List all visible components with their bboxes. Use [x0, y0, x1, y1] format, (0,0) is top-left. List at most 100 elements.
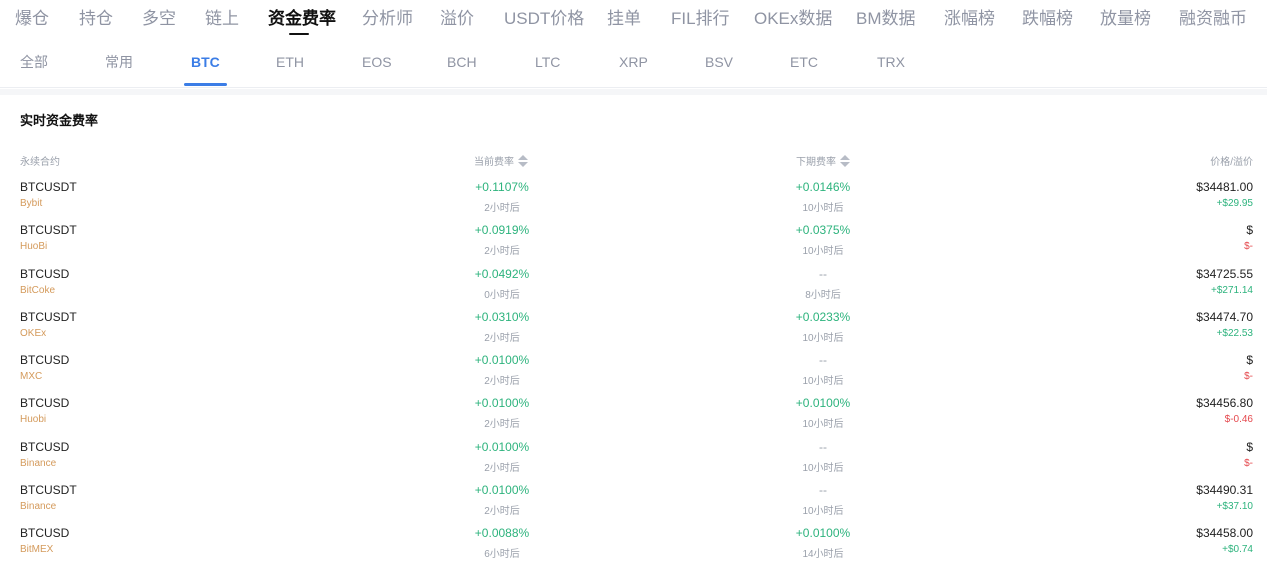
coin-tab-btc[interactable]: BTC [191, 53, 220, 71]
next-rate: -- [819, 439, 827, 454]
header-price-premium: 价格/溢价 [1210, 153, 1253, 168]
next-settle-time: 10小时后 [802, 246, 844, 258]
current-rate: +0.0919% [474, 223, 530, 238]
top-tab-fil-rank[interactable]: FIL排行 [671, 8, 730, 30]
current-settle-time: 2小时后 [484, 246, 520, 258]
top-tab-okex-data[interactable]: OKEx数据 [754, 8, 832, 30]
header-contract: 永续合约 [20, 153, 60, 168]
exchange-name: BitCoke [20, 284, 56, 296]
current-settle-time: 2小时后 [484, 462, 520, 474]
current-settle-time: 2小时后 [484, 203, 520, 214]
price: $ [1246, 223, 1253, 238]
coin-tab-eth[interactable]: ETH [276, 53, 304, 71]
current-rate: +0.0088% [474, 526, 530, 541]
exchange-name: Bybit [20, 198, 43, 209]
header-contract-label: 永续合约 [20, 157, 60, 168]
current-settle-time: 2小时后 [484, 376, 520, 388]
coin-tab-trx[interactable]: TRX [877, 53, 905, 71]
current-settle-time: 2小时后 [484, 506, 520, 518]
price: $34474.70 [1196, 309, 1253, 324]
sort-icon[interactable] [518, 155, 528, 167]
current-rate: +0.0100% [474, 483, 530, 498]
top-tab-on-chain[interactable]: 链上 [205, 8, 239, 30]
premium: $-0.46 [1224, 414, 1253, 426]
top-tab-bm-data[interactable]: BM数据 [856, 8, 916, 30]
next-rate: -- [819, 483, 827, 498]
table-row[interactable]: BTCUSD Binance +0.0100% 2小时后 -- 10小时后 $ … [0, 437, 1267, 480]
table-row[interactable]: BTCUSD BitMEX +0.0088% 6小时后 +0.0100% 14小… [0, 523, 1267, 566]
contract-symbol: BTCUSD [20, 266, 70, 281]
top-tab-positions[interactable]: 持仓 [79, 8, 113, 30]
table-row[interactable]: BTCUSDT Binance +0.0100% 2小时后 -- 10小时后 $… [0, 480, 1267, 523]
exchange-name: MXC [20, 371, 43, 383]
price: $34458.00 [1196, 526, 1253, 541]
contract-symbol: BTCUSDT [20, 483, 77, 498]
table-row[interactable]: BTCUSDT OKEx +0.0310% 2小时后 +0.0233% 10小时… [0, 307, 1267, 350]
contract-symbol: BTCUSDT [20, 223, 77, 238]
contract-symbol: BTCUSD [20, 439, 70, 454]
table-row[interactable]: BTCUSD MXC +0.0100% 2小时后 -- 10小时后 $ $- [0, 350, 1267, 393]
premium: $- [1244, 371, 1253, 383]
price: $ [1246, 439, 1253, 454]
coin-tab-etc[interactable]: ETC [790, 53, 818, 71]
price: $ [1246, 353, 1253, 368]
coin-tab-ltc[interactable]: LTC [535, 53, 560, 71]
price: $34725.55 [1196, 266, 1253, 281]
table-row[interactable]: BTCUSD BitCoke +0.0492% 0小时后 -- 8小时后 $34… [0, 264, 1267, 307]
current-rate: +0.0492% [474, 266, 530, 281]
top-nav: 爆仓 持仓 多空 链上 资金费率 分析师 溢价 USDT价格 挂单 FIL排行 … [0, 0, 1267, 40]
table-row[interactable]: BTCUSD Huobi +0.0100% 2小时后 +0.0100% 10小时… [0, 393, 1267, 436]
current-rate: +0.0100% [474, 396, 530, 411]
next-settle-time: 10小时后 [802, 419, 844, 431]
next-settle-time: 10小时后 [802, 376, 844, 388]
top-tab-analyst[interactable]: 分析师 [362, 8, 413, 30]
coin-tab-bsv[interactable]: BSV [705, 53, 733, 71]
next-rate: +0.0233% [795, 309, 851, 324]
coin-tab-active-indicator [184, 83, 227, 86]
exchange-name: Binance [20, 457, 57, 469]
header-next-rate[interactable]: 下期费率 [796, 153, 850, 168]
coin-tab-bch[interactable]: BCH [447, 53, 477, 71]
current-settle-time: 2小时后 [484, 419, 520, 431]
premium: $- [1244, 241, 1253, 253]
exchange-name: HuoBi [20, 241, 48, 253]
contract-symbol: BTCUSD [20, 396, 70, 411]
top-tab-volume[interactable]: 放量榜 [1100, 8, 1151, 30]
coin-tab-all[interactable]: 全部 [20, 53, 48, 71]
top-tab-liquidation[interactable]: 爆仓 [15, 8, 49, 30]
top-tab-gainers[interactable]: 涨幅榜 [944, 8, 995, 30]
coin-tab-favorites[interactable]: 常用 [105, 53, 133, 71]
header-current-label: 当前费率 [474, 157, 514, 168]
current-rate: +0.0100% [474, 353, 530, 368]
next-rate: +0.0100% [795, 396, 851, 411]
header-current-rate[interactable]: 当前费率 [474, 153, 528, 168]
top-tab-usdt-price[interactable]: USDT价格 [504, 8, 584, 30]
premium: +$271.14 [1211, 284, 1253, 296]
top-tab-margin[interactable]: 融资融币 [1179, 8, 1247, 30]
top-tab-long-short[interactable]: 多空 [142, 8, 176, 30]
next-settle-time: 10小时后 [802, 506, 844, 518]
next-rate: +0.0100% [795, 526, 851, 541]
next-rate: -- [819, 353, 827, 368]
price: $34456.80 [1196, 396, 1253, 411]
top-tab-losers[interactable]: 跌幅榜 [1022, 8, 1073, 30]
current-rate: +0.1107% [475, 180, 529, 194]
current-settle-time: 2小时后 [484, 332, 520, 344]
next-settle-time: 10小时后 [802, 203, 844, 214]
top-tab-orders[interactable]: 挂单 [607, 8, 641, 30]
top-tab-premium[interactable]: 溢价 [440, 8, 474, 30]
table-row[interactable]: BTCUSDT Bybit +0.1107% 2小时后 +0.0146% 10小… [0, 177, 1267, 220]
top-tab-active-indicator [289, 33, 309, 35]
table-row[interactable]: BTCUSDT HuoBi +0.0919% 2小时后 +0.0375% 10小… [0, 220, 1267, 263]
sort-icon[interactable] [840, 155, 850, 167]
contract-symbol: BTCUSD [20, 353, 70, 368]
premium: +$0.74 [1222, 544, 1253, 556]
coin-tab-eos[interactable]: EOS [362, 53, 392, 71]
exchange-name: BitMEX [20, 544, 54, 556]
sub-nav: 全部 常用 BTC ETH EOS BCH LTC XRP BSV ETC TR… [0, 44, 1267, 88]
top-tab-funding-rate[interactable]: 资金费率 [268, 8, 336, 30]
price: $34490.31 [1196, 483, 1253, 498]
panel-title: 实时资金费率 [20, 113, 99, 128]
premium: $- [1244, 457, 1253, 469]
coin-tab-xrp[interactable]: XRP [619, 53, 648, 71]
